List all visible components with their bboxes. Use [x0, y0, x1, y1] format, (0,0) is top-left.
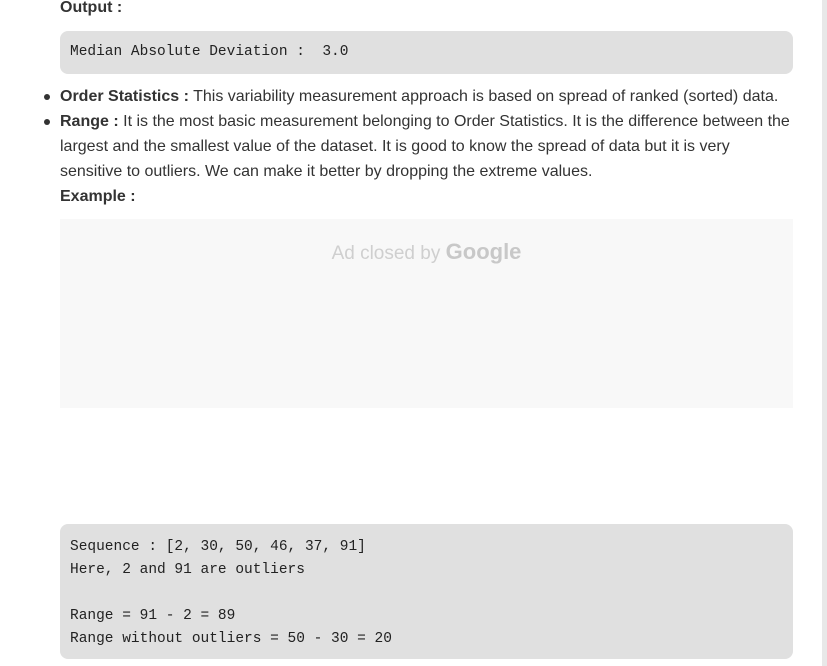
bullet-text: This variability measurement approach is…: [188, 88, 779, 105]
vertical-scrollbar[interactable]: [822, 0, 827, 666]
output-code-block: Median Absolute Deviation : 3.0: [60, 31, 793, 74]
code-line: Here, 2 and 91 are outliers: [70, 562, 305, 578]
code-line: Range = 91 - 2 = 89: [70, 608, 236, 624]
code-line: Range without outliers = 50 - 30 = 20: [70, 631, 392, 647]
ad-closed-text: Ad closed by Google: [60, 240, 793, 266]
definition-list: Order Statistics : This variability meas…: [44, 84, 795, 184]
bullet-term: Order Statistics :: [60, 88, 189, 105]
code-line: Sequence : [2, 30, 50, 46, 37, 91]: [70, 539, 366, 555]
bullet-term: Range :: [60, 113, 119, 130]
list-item-range: Range : It is the most basic measurement…: [44, 109, 795, 184]
example-code-block: Sequence : [2, 30, 50, 46, 37, 91] Here,…: [60, 524, 793, 659]
google-logo-text: Google: [445, 239, 522, 264]
output-heading: Output :: [60, 0, 123, 16]
list-item-order-statistics: Order Statistics : This variability meas…: [44, 84, 795, 109]
example-heading: Example :: [60, 188, 136, 205]
bullet-text: It is the most basic measurement belongi…: [60, 113, 790, 180]
ad-placeholder: Ad closed by Google: [60, 219, 793, 408]
ad-closed-label: Ad closed by: [331, 243, 446, 264]
